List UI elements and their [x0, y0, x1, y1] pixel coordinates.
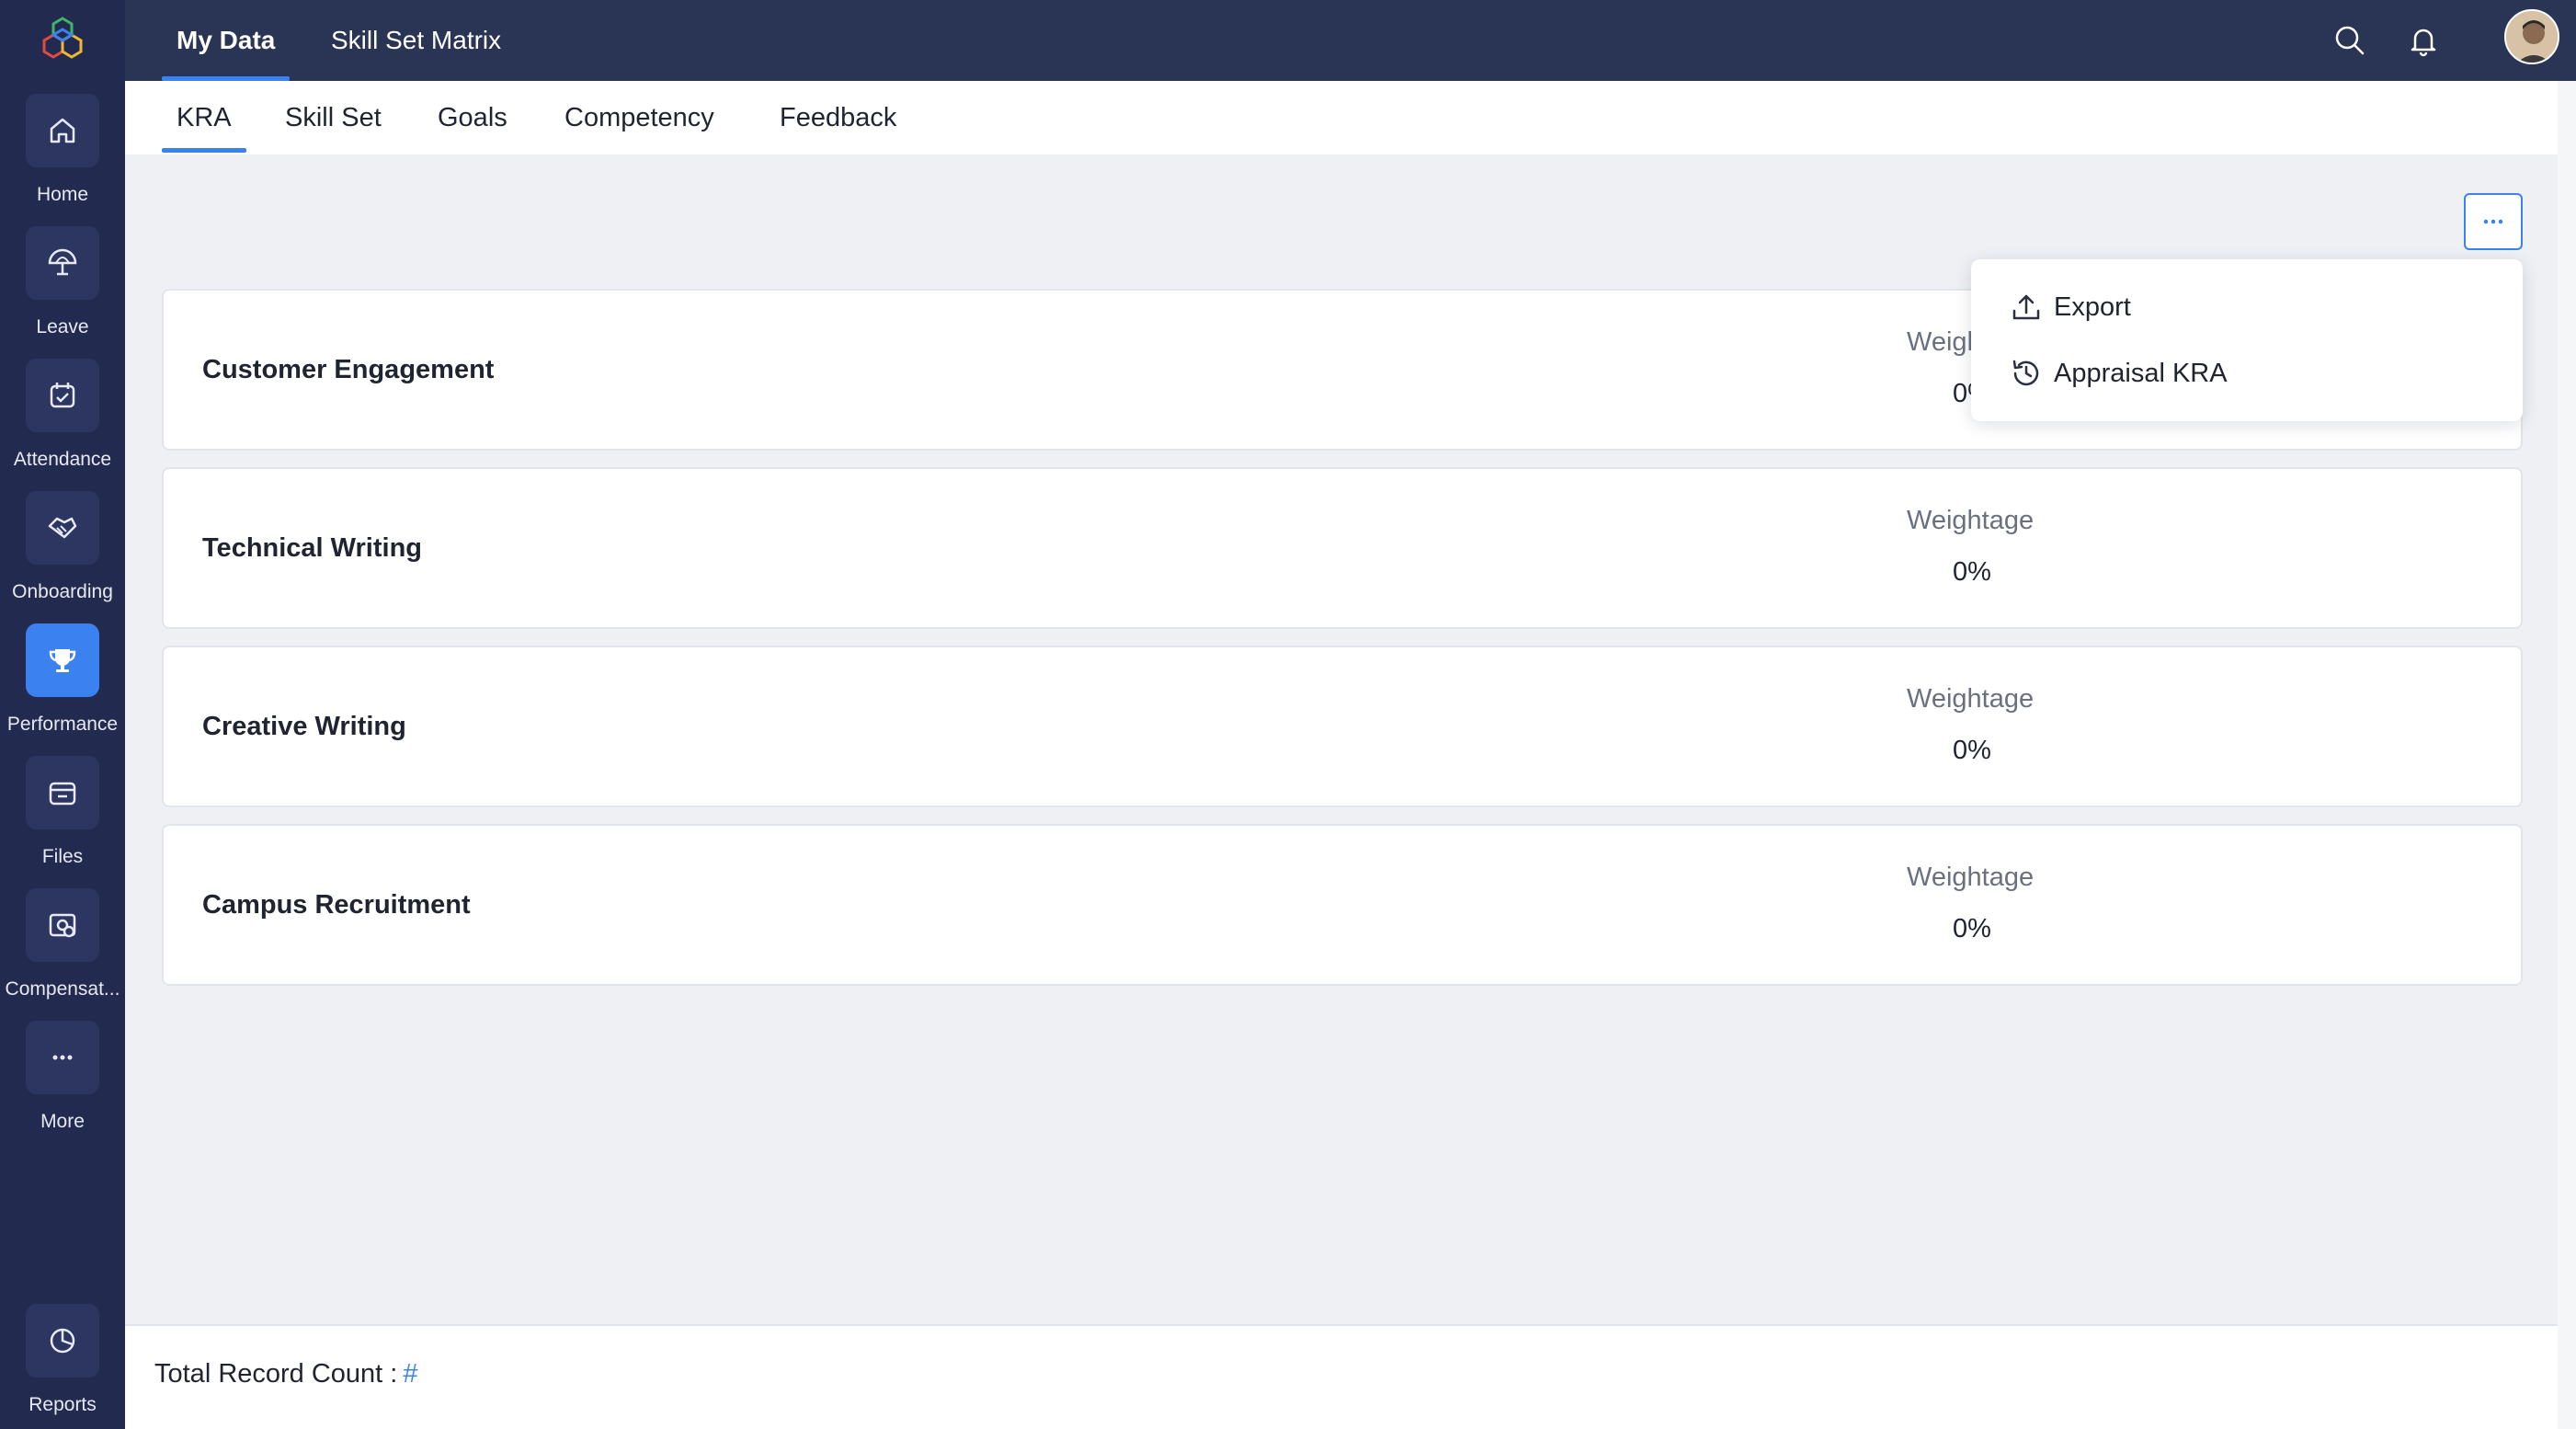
sub-tab-bar: KRA Skill Set Goals Competency Feedback [125, 81, 2558, 154]
dropdown-item-label: Export [2054, 292, 2131, 322]
record-count: Total Record Count : # [154, 1359, 418, 1389]
weightage-value: 0% [1953, 914, 1991, 943]
calendar-check-icon [26, 359, 99, 432]
upload-icon [2012, 294, 2040, 320]
compensation-icon [26, 888, 99, 962]
sidebar-item-reports[interactable]: Reports [0, 1304, 125, 1429]
history-icon [2012, 360, 2039, 386]
avatar[interactable] [2504, 9, 2559, 64]
scroll-gutter [2558, 81, 2576, 1429]
kra-title: Creative Writing [202, 711, 406, 741]
trophy-icon [26, 623, 99, 697]
options-dropdown: Export Appraisal KRA [1971, 259, 2523, 421]
home-icon [26, 94, 99, 167]
sidebar-item-attendance[interactable]: Attendance [0, 359, 125, 487]
sidebar-item-files[interactable]: Files [0, 756, 125, 885]
tab-kra[interactable]: KRA [162, 81, 246, 154]
sidebar-item-label: More [40, 1111, 85, 1132]
footer: Total Record Count : # [125, 1324, 2558, 1429]
tab-skill-set[interactable]: Skill Set [285, 81, 382, 154]
weightage-value: 0% [1953, 557, 1991, 587]
weightage-label: Weightage [1907, 506, 2035, 535]
pie-chart-icon [26, 1304, 99, 1378]
weightage-label: Weightage [1907, 863, 2035, 892]
kra-card[interactable]: Technical Writing Weightage 0% [162, 467, 2523, 629]
sidebar-item-more[interactable]: More [0, 1021, 125, 1149]
sidebar-item-label: Reports [28, 1394, 97, 1415]
search-icon[interactable] [2326, 17, 2374, 64]
record-count-value[interactable]: # [403, 1359, 417, 1389]
tab-my-data[interactable]: My Data [161, 0, 291, 81]
handshake-icon [26, 491, 99, 565]
tab-feedback[interactable]: Feedback [780, 81, 896, 154]
sidebar-item-label: Performance [6, 714, 119, 735]
app-logo-icon[interactable] [37, 13, 88, 64]
sidebar: Home Leave Attendance Onboarding Perform… [0, 0, 125, 1429]
sidebar-item-label: Home [36, 184, 89, 205]
more-dots-icon [2483, 219, 2503, 224]
sidebar-item-compensation[interactable]: Compensat... [0, 888, 125, 1017]
sidebar-item-label: Files [41, 846, 84, 867]
sidebar-item-label: Attendance [13, 449, 112, 470]
sidebar-item-performance[interactable]: Performance [0, 623, 125, 752]
sidebar-item-leave[interactable]: Leave [0, 226, 125, 355]
dropdown-item-label: Appraisal KRA [2054, 358, 2228, 388]
folder-icon [26, 756, 99, 829]
more-dots-icon [26, 1021, 99, 1094]
kra-card[interactable]: Creative Writing Weightage 0% [162, 646, 2523, 807]
sidebar-item-onboarding[interactable]: Onboarding [0, 491, 125, 620]
bell-icon[interactable] [2399, 17, 2447, 64]
dropdown-item-export[interactable]: Export [2010, 280, 2131, 335]
sidebar-item-home[interactable]: Home [0, 94, 125, 223]
umbrella-icon [26, 226, 99, 300]
weightage-value: 0% [1953, 736, 1991, 765]
kra-title: Campus Recruitment [202, 889, 471, 920]
record-count-label: Total Record Count : [154, 1359, 398, 1389]
tab-skill-set-matrix[interactable]: Skill Set Matrix [331, 0, 501, 81]
dropdown-item-appraisal-kra[interactable]: Appraisal KRA [2010, 346, 2228, 401]
kra-title: Customer Engagement [202, 354, 495, 384]
sidebar-item-label: Compensat... [5, 978, 120, 1000]
kra-card[interactable]: Campus Recruitment Weightage 0% [162, 824, 2523, 986]
kra-title: Technical Writing [202, 532, 423, 563]
sidebar-item-label: Onboarding [12, 581, 113, 602]
weightage-label: Weightage [1907, 684, 2035, 714]
top-header: My Data Skill Set Matrix [125, 0, 2576, 81]
sidebar-item-label: Leave [36, 316, 89, 337]
tab-competency[interactable]: Competency [564, 81, 714, 154]
tab-goals[interactable]: Goals [438, 81, 507, 154]
more-options-button[interactable] [2464, 193, 2523, 250]
